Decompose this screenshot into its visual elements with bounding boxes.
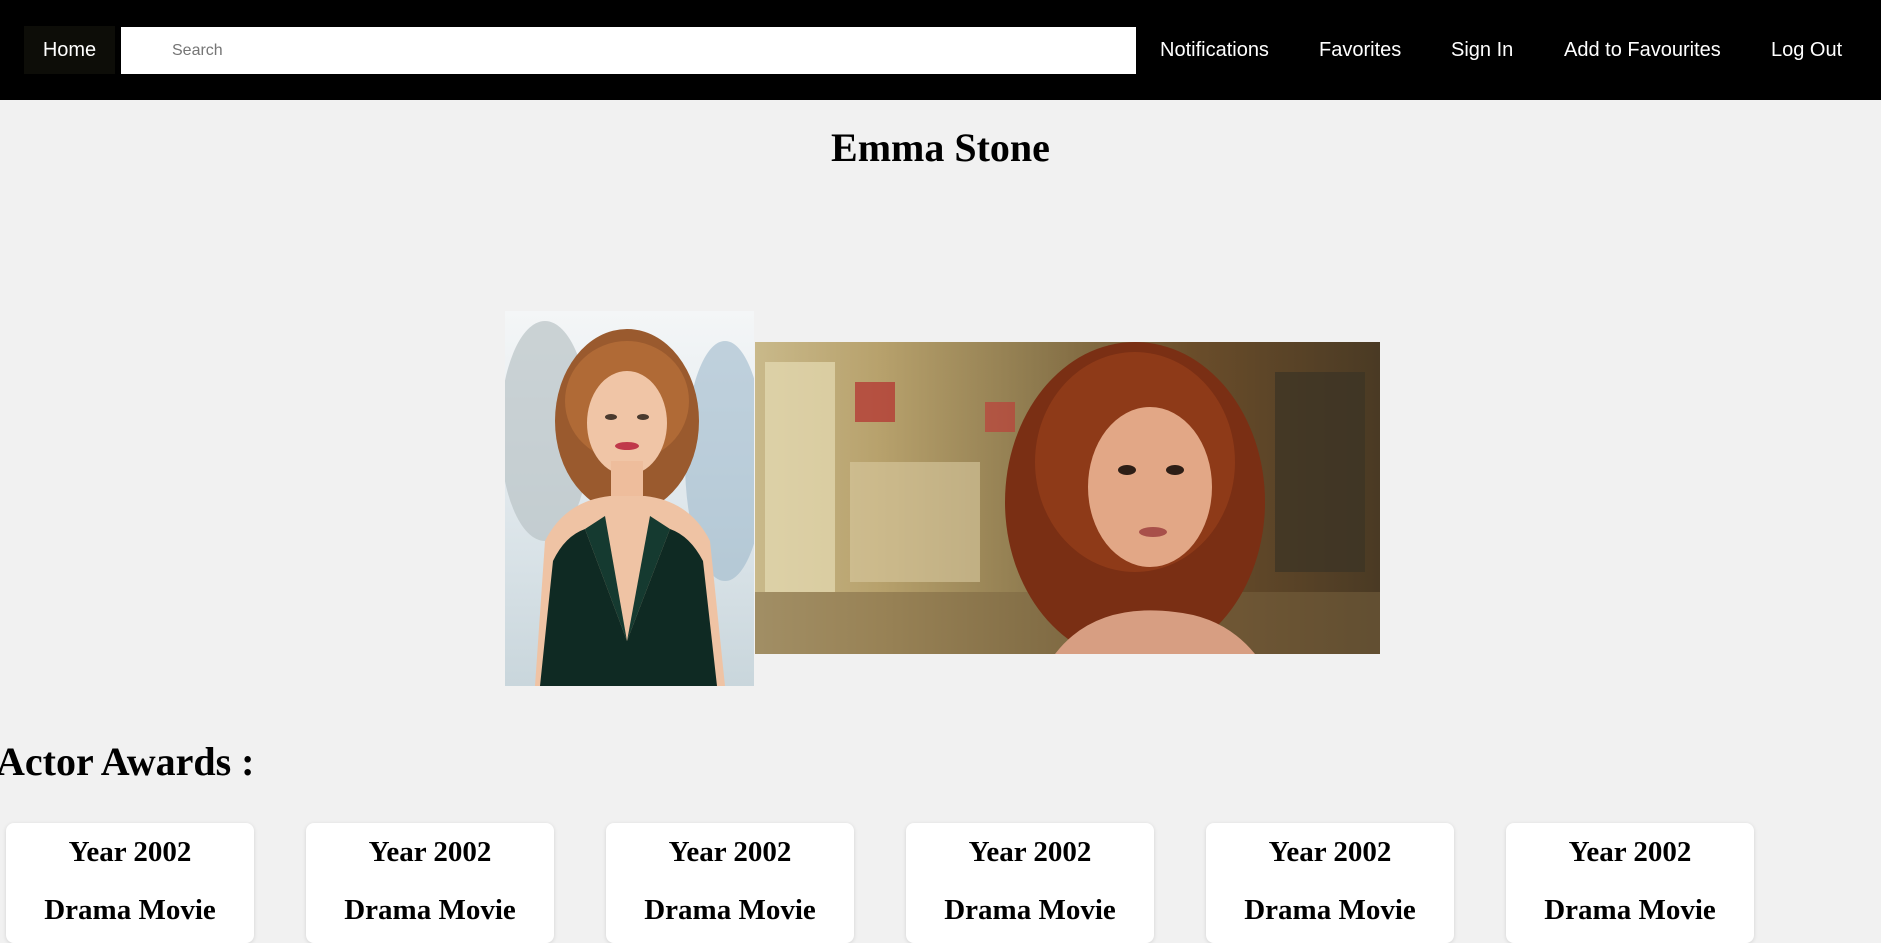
award-year: Year 2002	[1568, 836, 1692, 868]
award-card[interactable]: Year 2002 Drama Movie	[1206, 823, 1454, 943]
award-card[interactable]: Year 2002 Drama Movie	[306, 823, 554, 943]
awards-list: Year 2002 Drama Movie Year 2002 Drama Mo…	[0, 823, 1881, 943]
award-year: Year 2002	[668, 836, 792, 868]
awards-heading: Actor Awards :	[0, 739, 255, 784]
notifications-link[interactable]: Notifications	[1160, 26, 1269, 74]
award-card[interactable]: Year 2002 Drama Movie	[906, 823, 1154, 943]
award-card[interactable]: Year 2002 Drama Movie	[606, 823, 854, 943]
actor-name-title: Emma Stone	[831, 125, 1050, 170]
award-card[interactable]: Year 2002 Drama Movie	[1506, 823, 1754, 943]
award-card[interactable]: Year 2002 Drama Movie	[6, 823, 254, 943]
home-link[interactable]: Home	[24, 26, 115, 74]
award-year: Year 2002	[968, 836, 1092, 868]
award-year: Year 2002	[68, 836, 192, 868]
add-to-favourites-link[interactable]: Add to Favourites	[1564, 26, 1721, 74]
search-input[interactable]	[121, 27, 1136, 74]
award-year: Year 2002	[1268, 836, 1392, 868]
award-year: Year 2002	[368, 836, 492, 868]
award-category: Drama Movie	[44, 894, 216, 926]
award-category: Drama Movie	[944, 894, 1116, 926]
award-category: Drama Movie	[1244, 894, 1416, 926]
favorites-link[interactable]: Favorites	[1319, 26, 1401, 74]
actor-portrait-image	[505, 311, 754, 686]
award-category: Drama Movie	[644, 894, 816, 926]
sign-in-link[interactable]: Sign In	[1451, 26, 1513, 74]
log-out-link[interactable]: Log Out	[1771, 26, 1842, 74]
award-category: Drama Movie	[1544, 894, 1716, 926]
actor-movie-still-image	[755, 342, 1380, 654]
award-category: Drama Movie	[344, 894, 516, 926]
top-navigation-bar: Home Notifications Favorites Sign In Add…	[0, 0, 1881, 100]
